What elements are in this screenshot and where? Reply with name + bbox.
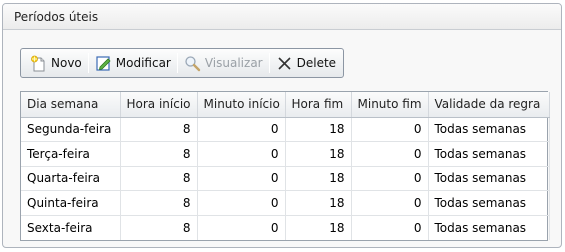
view-button-label: Visualizar [204,56,263,70]
cell-dia-semana: Segunda-feira [21,117,121,142]
edit-button[interactable]: Modificar [92,51,174,75]
toolbar-separator [268,53,270,73]
edit-icon [95,55,112,72]
edit-button-label: Modificar [115,56,171,70]
delete-button-label: Delete [296,56,337,70]
table-row[interactable]: Quarta-feira 8 0 18 0 Todas semanas [21,166,550,191]
cell-validade: Todas semanas [428,166,550,191]
table-header-row: Dia semana Hora início Minuto início Hor… [21,92,550,118]
toolbar: Novo Modificar Visualizar Delete [20,48,345,78]
column-header-minuto-inicio[interactable]: Minuto início [197,92,286,118]
cell-dia-semana: Sexta-feira [21,215,121,240]
cell-hora-fim: 18 [285,117,352,142]
cell-hora-fim: 18 [285,166,352,191]
view-button[interactable]: Visualizar [181,51,266,75]
new-button[interactable]: Novo [27,51,85,75]
cell-minuto-inicio: 0 [197,141,286,167]
toolbar-separator [176,53,178,73]
column-header-hora-fim[interactable]: Hora fim [285,92,352,118]
cell-hora-fim: 18 [285,141,352,167]
column-header-minuto-fim[interactable]: Minuto fim [351,92,429,118]
cell-dia-semana: Quarta-feira [21,166,121,191]
close-icon [276,55,293,72]
periods-table: Dia semana Hora início Minuto início Hor… [21,92,550,240]
panel-title: Períodos úteis [3,4,561,30]
cell-minuto-fim: 0 [351,215,429,240]
column-header-validade[interactable]: Validade da regra [428,92,550,118]
table-row[interactable]: Quinta-feira 8 0 18 0 Todas semanas [21,190,550,216]
cell-minuto-fim: 0 [351,141,429,167]
cell-hora-inicio: 8 [120,215,198,240]
cell-hora-inicio: 8 [120,117,198,142]
cell-dia-semana: Terça-feira [21,141,121,167]
magnifier-icon [184,55,201,72]
cell-hora-fim: 18 [285,215,352,240]
cell-validade: Todas semanas [428,141,550,167]
cell-minuto-fim: 0 [351,190,429,216]
cell-minuto-fim: 0 [351,166,429,191]
cell-minuto-inicio: 0 [197,117,286,142]
periods-grid: Dia semana Hora início Minuto início Hor… [20,91,550,241]
new-button-label: Novo [51,56,82,70]
new-document-icon [30,55,47,72]
panel: Períodos úteis Novo Modificar Visualizar… [2,3,562,248]
cell-hora-fim: 18 [285,190,352,216]
toolbar-separator [87,53,89,73]
cell-validade: Todas semanas [428,190,550,216]
cell-hora-inicio: 8 [120,166,198,191]
cell-validade: Todas semanas [428,215,550,240]
cell-minuto-inicio: 0 [197,190,286,216]
delete-button[interactable]: Delete [273,51,339,75]
table-row[interactable]: Terça-feira 8 0 18 0 Todas semanas [21,141,550,167]
column-header-dia-semana[interactable]: Dia semana [21,92,121,118]
column-header-hora-inicio[interactable]: Hora início [120,92,198,118]
cell-hora-inicio: 8 [120,190,198,216]
table-row[interactable]: Sexta-feira 8 0 18 0 Todas semanas [21,215,550,240]
cell-minuto-inicio: 0 [197,166,286,191]
cell-minuto-inicio: 0 [197,215,286,240]
table-row[interactable]: Segunda-feira 8 0 18 0 Todas semanas [21,117,550,142]
cell-dia-semana: Quinta-feira [21,190,121,216]
cell-hora-inicio: 8 [120,141,198,167]
cell-validade: Todas semanas [428,117,550,142]
cell-minuto-fim: 0 [351,117,429,142]
